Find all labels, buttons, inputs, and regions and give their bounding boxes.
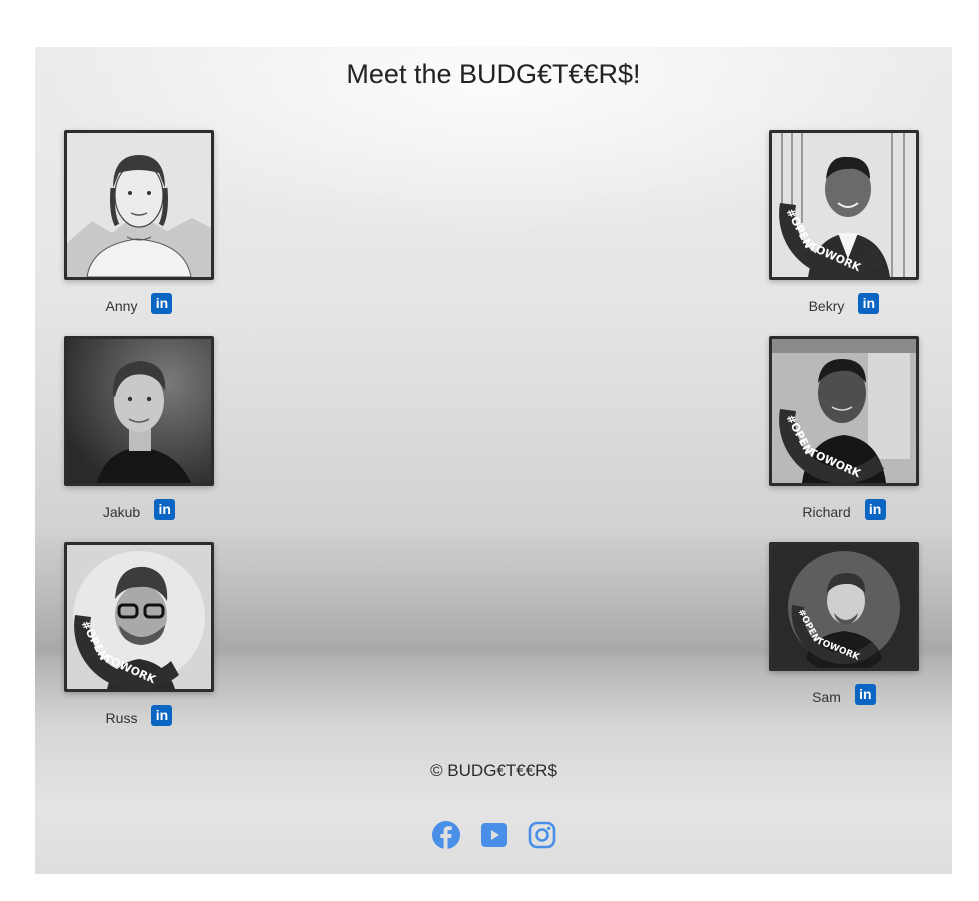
member-card-jakub: Jakub in (64, 336, 214, 520)
member-card-anny: Anny in (64, 130, 214, 314)
member-card-russ: #OPEN TOWORK Russ in (64, 542, 214, 726)
member-card-richard: #OPEN TOWORK Richard in (769, 336, 919, 520)
linkedin-icon[interactable]: in (864, 498, 886, 520)
linkedin-icon[interactable]: in (151, 292, 173, 314)
member-name: Russ (105, 710, 138, 726)
member-name: Jakub (102, 504, 141, 520)
member-photo-anny (64, 130, 214, 280)
member-card-sam: #OPEN TOWORK Sam in (769, 542, 919, 705)
social-links (35, 820, 952, 850)
instagram-icon[interactable] (527, 820, 557, 850)
facebook-icon[interactable] (431, 820, 461, 850)
page-title: Meet the BUDG€T€€R$! (346, 59, 641, 89)
member-photo-russ: #OPEN TOWORK (64, 542, 214, 692)
linkedin-icon[interactable]: in (854, 683, 876, 705)
member-photo-sam: #OPEN TOWORK (769, 542, 919, 671)
member-name: Sam (812, 689, 841, 705)
member-card-bekry: #OPEN TOWORK Bekry in (769, 130, 919, 314)
member-name: Richard (802, 504, 851, 520)
member-photo-jakub (64, 336, 214, 486)
member-photo-richard: #OPEN TOWORK (769, 336, 919, 486)
linkedin-icon[interactable]: in (151, 704, 173, 726)
member-name: Anny (105, 298, 138, 314)
team-section: Meet the BUDG€T€€R$! Anny in Jakub in #O… (35, 47, 952, 874)
member-name: Bekry (808, 298, 845, 314)
linkedin-icon[interactable]: in (858, 292, 880, 314)
youtube-icon[interactable] (479, 820, 509, 850)
member-photo-bekry: #OPEN TOWORK (769, 130, 919, 280)
copyright-text: © BUDG€T€€R$ (430, 761, 557, 780)
linkedin-icon[interactable]: in (154, 498, 176, 520)
